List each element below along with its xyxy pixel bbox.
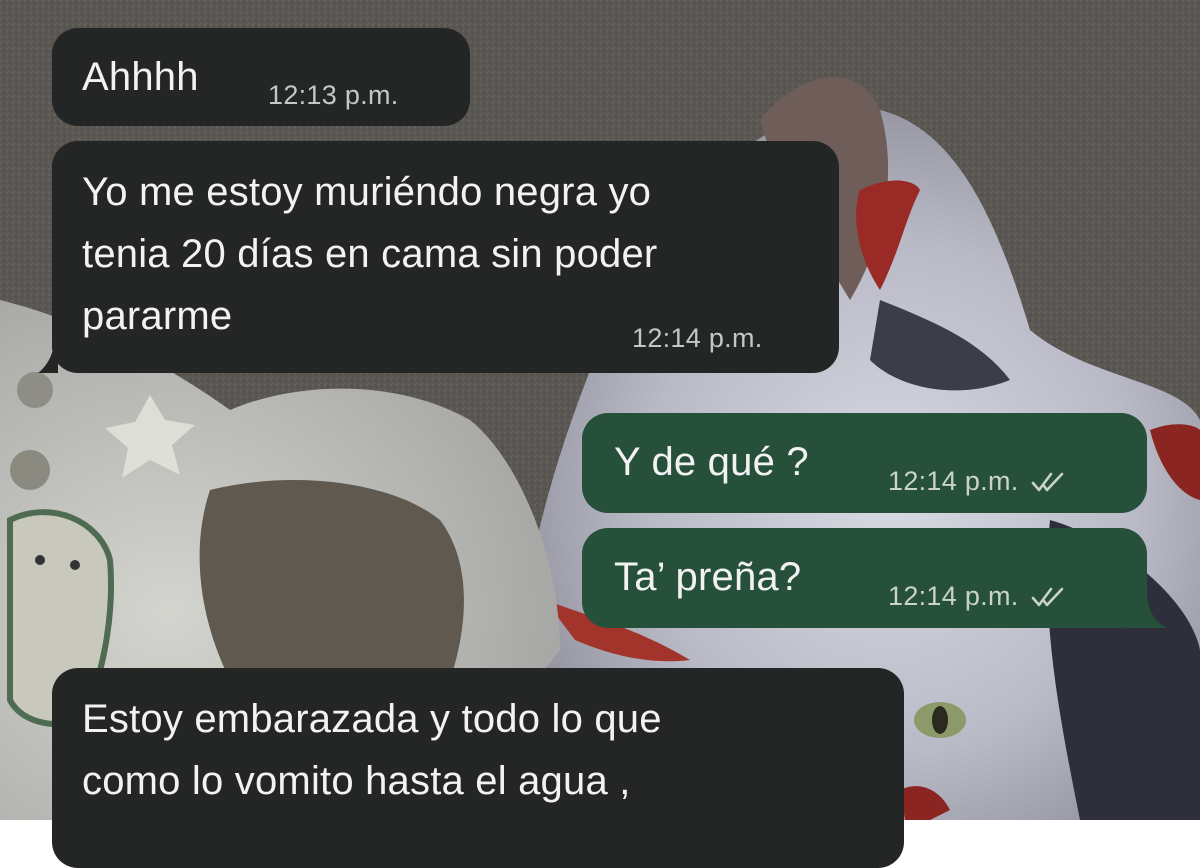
message-text: Ta’ preña? <box>614 555 802 599</box>
double-check-icon <box>1031 587 1063 607</box>
message-meta: 12:14 p.m. <box>888 581 1065 611</box>
bubble-tail <box>38 327 58 373</box>
message-bubble-incoming[interactable]: Yo me estoy muriéndo negra yo tenia 20 d… <box>38 141 839 373</box>
message-bubble-incoming[interactable]: Ahhhh 12:13 p.m. <box>52 28 470 126</box>
message-bubble-incoming[interactable]: Estoy embarazada y todo lo que como lo v… <box>52 668 904 868</box>
message-text: Estoy embarazada y todo lo que como lo v… <box>82 697 662 803</box>
message-timestamp: 12:14 p.m. <box>888 466 1019 496</box>
message-bubble-outgoing[interactable]: Y de qué ? 12:14 p.m. <box>582 413 1147 513</box>
message-timestamp: 12:13 p.m. <box>268 80 399 110</box>
message-text: Y de qué ? <box>614 440 809 484</box>
message-timestamp: 12:14 p.m. <box>632 323 763 353</box>
message-meta: 12:14 p.m. <box>888 466 1065 496</box>
bubble-tail <box>1127 582 1167 628</box>
message-timestamp: 12:14 p.m. <box>888 581 1019 611</box>
double-check-icon <box>1031 472 1063 492</box>
message-bubble-outgoing[interactable]: Ta’ preña? 12:14 p.m. <box>582 528 1167 628</box>
message-text: Yo me estoy muriéndo negra yo tenia 20 d… <box>82 170 658 338</box>
